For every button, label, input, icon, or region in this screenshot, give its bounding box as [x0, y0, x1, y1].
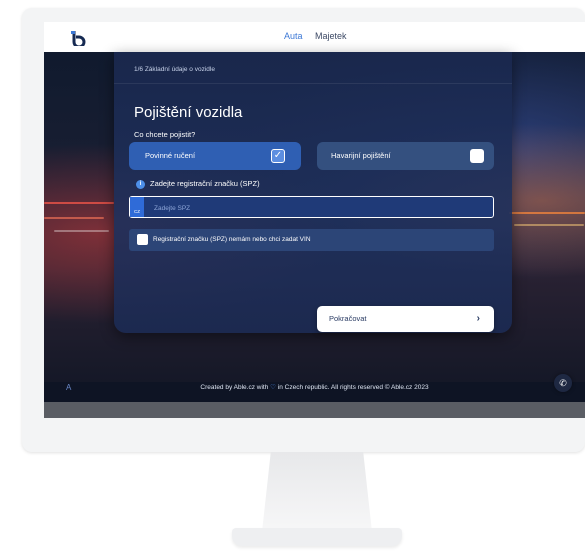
- vin-checkbox-row[interactable]: Registrační značku (SPZ) nemám nebo chci…: [129, 229, 494, 251]
- screen: Auta Majetek 1/6 Základní údaje o vozidl…: [44, 22, 585, 418]
- continue-button[interactable]: Pokračovat ›: [317, 306, 494, 332]
- monitor-stand-base: [232, 528, 402, 546]
- monitor-stand: [262, 452, 372, 532]
- phone-icon[interactable]: ✆: [554, 374, 572, 392]
- footer-text-end: in Czech republic. All rights reserved ©…: [277, 384, 429, 391]
- country-code-tag: CZ: [130, 197, 144, 217]
- insurance-question: Co chcete pojistit?: [134, 130, 196, 139]
- card-divider: [114, 83, 512, 84]
- option-label: Havarijní pojištění: [331, 151, 391, 160]
- vin-checkbox[interactable]: [137, 234, 148, 245]
- step-indicator: 1/6 Základní údaje o vozidle: [134, 66, 215, 73]
- chevron-right-icon: ›: [476, 313, 480, 324]
- option-havarijni-pojisteni[interactable]: Havarijní pojištění: [317, 142, 494, 170]
- heart-icon: ♡: [270, 384, 276, 391]
- page-title: Pojištění vozidla: [134, 104, 243, 121]
- continue-button-label: Pokračovat: [329, 314, 367, 323]
- spz-input[interactable]: [152, 197, 486, 219]
- checkbox-empty[interactable]: [470, 149, 484, 163]
- vin-checkbox-label: Registrační značku (SPZ) nemám nebo chci…: [153, 236, 311, 243]
- insurance-form-card: 1/6 Základní údaje o vozidle Pojištění v…: [114, 52, 512, 333]
- checkmark-icon[interactable]: ✓: [271, 149, 285, 163]
- logo-icon[interactable]: [70, 28, 88, 46]
- nav-item-auta[interactable]: Auta: [284, 31, 303, 41]
- footer-text-start: Created by Able.cz with: [200, 384, 269, 391]
- spz-field: CZ: [129, 196, 494, 219]
- option-label: Povinné ručení: [145, 151, 196, 160]
- option-povinne-ruceni[interactable]: Povinné ručení ✓: [129, 142, 301, 170]
- top-navigation-bar: Auta Majetek: [44, 22, 585, 52]
- nav-item-majetek[interactable]: Majetek: [315, 31, 347, 41]
- screen-bottom-bar: [44, 402, 585, 418]
- top-nav: Auta Majetek: [284, 31, 357, 41]
- footer: Created by Able.cz with ♡ in Czech repub…: [44, 378, 585, 398]
- info-icon[interactable]: i: [136, 179, 145, 189]
- spz-label: i Zadejte registrační značku (SPZ): [136, 179, 260, 189]
